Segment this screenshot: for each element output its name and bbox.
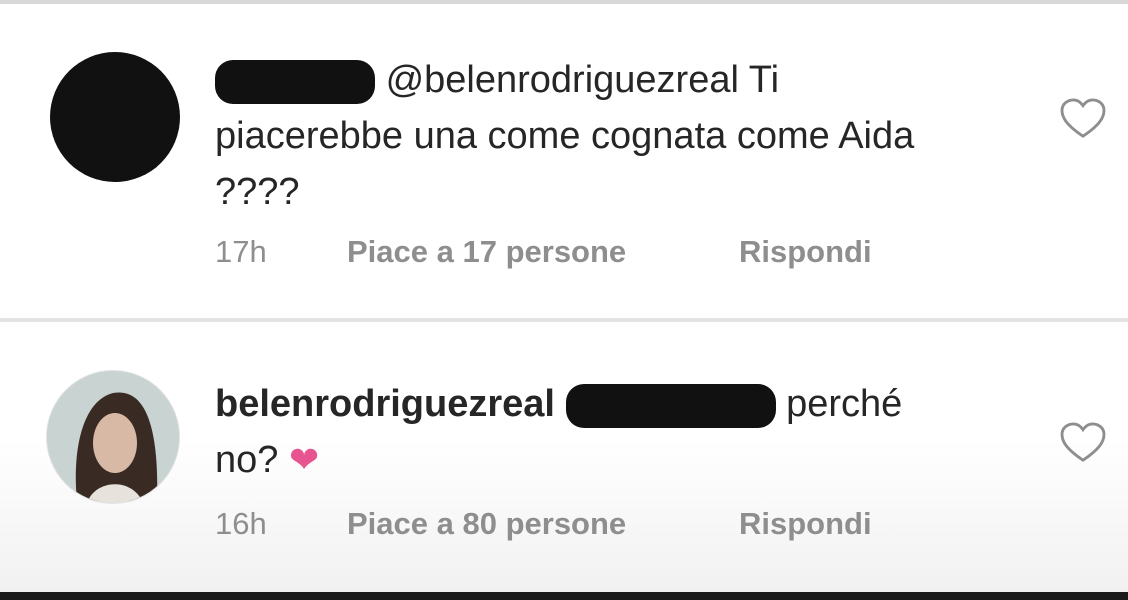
heart-emoji: ❤ [288, 439, 320, 480]
likes-count[interactable]: Piace a 17 persone [347, 234, 739, 270]
reply-button[interactable]: Rispondi [739, 234, 872, 270]
comment-time: 17h [215, 234, 267, 269]
profile-avatar[interactable] [46, 370, 180, 504]
reply-button[interactable]: Rispondi [739, 506, 872, 542]
redaction-scribble [50, 52, 180, 182]
redacted-avatar[interactable] [50, 52, 180, 182]
comment-username[interactable]: belenrodriguezreal [215, 383, 555, 425]
heart-outline-icon[interactable] [1060, 98, 1106, 140]
top-border [0, 0, 1128, 4]
mention-link[interactable]: @belenrodriguezreal [386, 59, 739, 101]
comment-item: belenrodriguezreal perché no? ❤ 16h Piac… [0, 322, 1128, 592]
comment-time: 16h [215, 506, 267, 541]
comment-meta: 16h Piace a 80 persone Rispondi [215, 506, 872, 542]
redacted-username [215, 59, 375, 104]
comment-item: @belenrodriguezreal Ti piacerebbe una co… [0, 8, 1128, 318]
redacted-mention [565, 383, 776, 428]
comment-text: belenrodriguezreal perché no? ❤ [215, 376, 975, 488]
profile-photo [47, 371, 179, 503]
bottom-bar [0, 592, 1128, 600]
likes-count[interactable]: Piace a 80 persone [347, 506, 739, 542]
comment-meta: 17h Piace a 17 persone Rispondi [215, 234, 872, 270]
heart-outline-icon[interactable] [1060, 422, 1106, 464]
comment-text: @belenrodriguezreal Ti piacerebbe una co… [215, 52, 975, 220]
